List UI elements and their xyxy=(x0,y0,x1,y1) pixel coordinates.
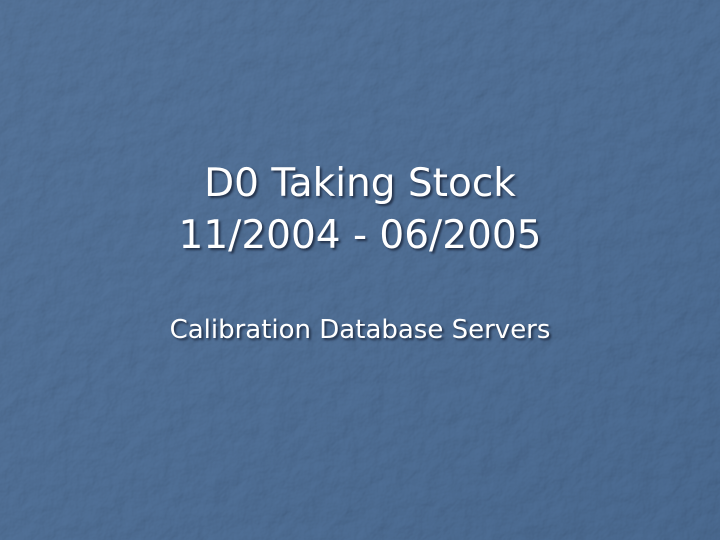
title-slide: D0 Taking Stock 11/2004 - 06/2005 Calibr… xyxy=(0,0,720,540)
background-texture xyxy=(0,0,720,540)
slide-subtitle: Calibration Database Servers xyxy=(169,315,551,345)
title-line-2: 11/2004 - 06/2005 xyxy=(178,213,542,258)
title-line-1: D0 Taking Stock xyxy=(204,161,516,206)
slide-title: D0 Taking Stock 11/2004 - 06/2005 xyxy=(60,158,660,262)
